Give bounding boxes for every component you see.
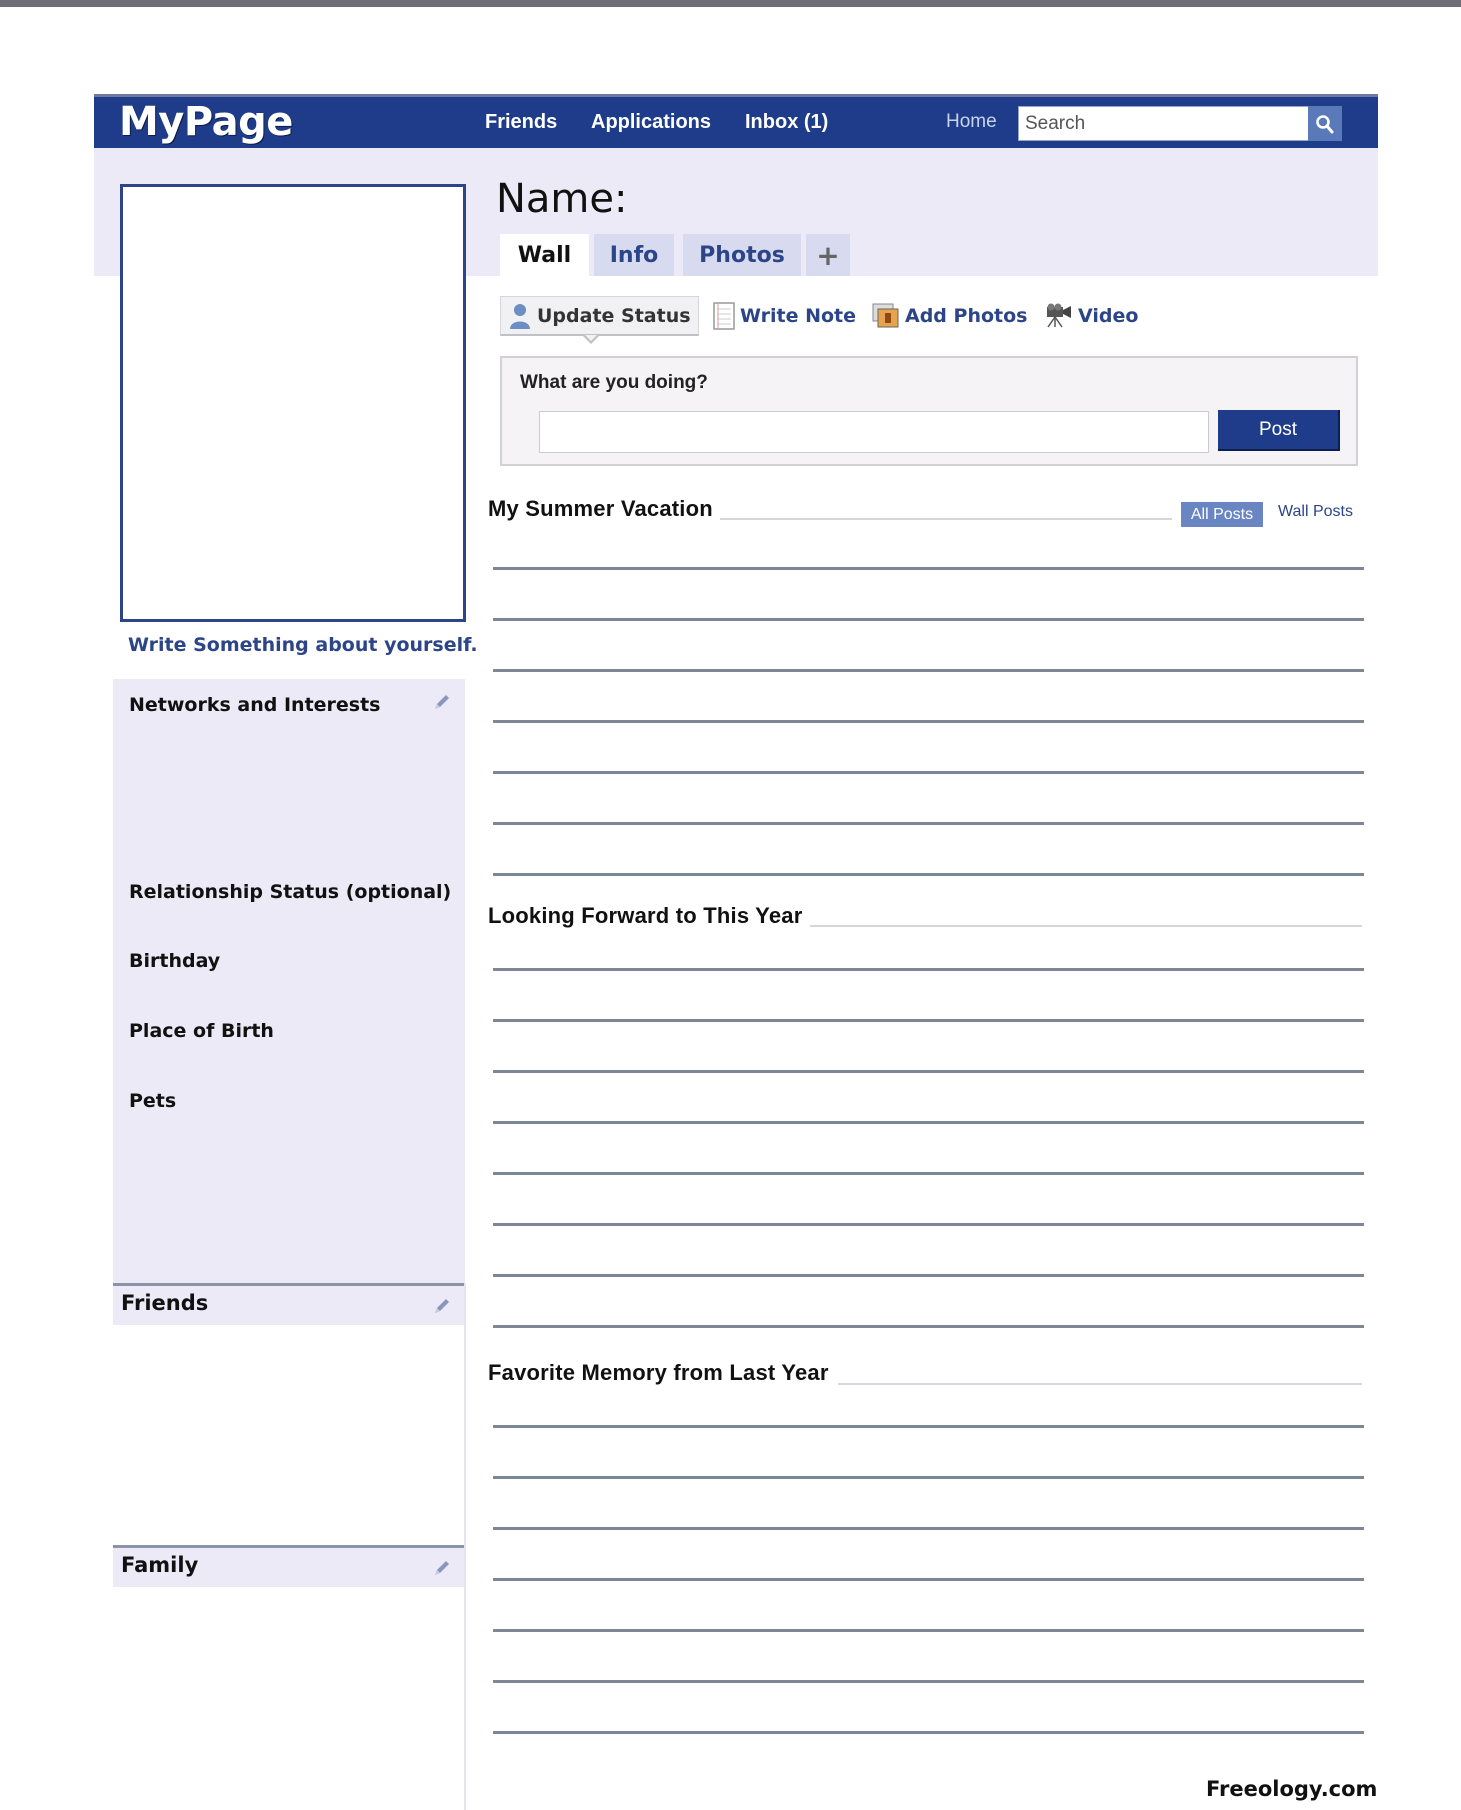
action-write-note[interactable]: Write Note bbox=[713, 296, 856, 336]
action-add-photos[interactable]: Add Photos bbox=[872, 296, 1027, 336]
note-icon bbox=[713, 302, 735, 330]
pencil-edit-icon[interactable] bbox=[431, 1557, 453, 1579]
action-video[interactable]: Video bbox=[1043, 296, 1138, 336]
filter-all-posts[interactable]: All Posts bbox=[1181, 502, 1263, 527]
pencil-edit-icon[interactable] bbox=[431, 691, 453, 713]
action-update-status[interactable]: Update Status bbox=[500, 296, 699, 336]
writing-line[interactable] bbox=[493, 720, 1364, 723]
status-question: What are you doing? bbox=[520, 372, 708, 393]
writing-line[interactable] bbox=[493, 1223, 1364, 1226]
nav-friends[interactable]: Friends bbox=[485, 111, 557, 134]
writing-line[interactable] bbox=[493, 1629, 1364, 1632]
post-button[interactable]: Post bbox=[1218, 410, 1340, 451]
filter-wall-posts[interactable]: Wall Posts bbox=[1278, 503, 1353, 521]
status-input[interactable] bbox=[539, 411, 1209, 453]
writing-line[interactable] bbox=[493, 1121, 1364, 1124]
selected-caret-fill bbox=[585, 335, 597, 341]
nav-applications[interactable]: Applications bbox=[591, 111, 711, 134]
writing-line[interactable] bbox=[493, 1325, 1364, 1328]
tab-wall[interactable]: Wall bbox=[500, 234, 589, 276]
writing-line[interactable] bbox=[493, 968, 1364, 971]
family-panel-header: Family bbox=[113, 1545, 465, 1587]
tab-photos[interactable]: Photos bbox=[683, 234, 801, 276]
nav-inbox[interactable]: Inbox (1) bbox=[745, 111, 828, 134]
write-note-label: Write Note bbox=[740, 305, 857, 327]
search-input[interactable] bbox=[1019, 107, 1308, 140]
section-title: Looking Forward to This Year bbox=[488, 903, 803, 928]
writing-line[interactable] bbox=[493, 1172, 1364, 1175]
writing-line[interactable] bbox=[493, 1476, 1364, 1479]
update-status-label: Update Status bbox=[537, 304, 691, 327]
writing-line[interactable] bbox=[493, 873, 1364, 876]
relationship-status-label: Relationship Status (optional) bbox=[129, 881, 452, 903]
writing-line[interactable] bbox=[493, 822, 1364, 825]
networks-interests-label: Networks and Interests bbox=[129, 694, 381, 716]
tab-info[interactable]: Info bbox=[594, 234, 674, 276]
profile-name-label: Name: bbox=[496, 176, 628, 222]
networks-and-interests-panel: Networks and Interests Relationship Stat… bbox=[113, 679, 465, 1283]
friends-panel-header: Friends bbox=[113, 1283, 465, 1325]
top-stripe bbox=[0, 0, 1461, 7]
writing-line[interactable] bbox=[493, 618, 1364, 621]
writing-line[interactable] bbox=[493, 669, 1364, 672]
writing-line[interactable] bbox=[493, 567, 1364, 570]
writing-line[interactable] bbox=[493, 771, 1364, 774]
writing-line[interactable] bbox=[493, 1578, 1364, 1581]
footer-credit: Freeology.com bbox=[1206, 1777, 1378, 1801]
profile-picture-box[interactable] bbox=[120, 184, 466, 622]
magnifier-icon bbox=[1316, 114, 1334, 133]
writing-line[interactable] bbox=[493, 1527, 1364, 1530]
place-of-birth-label: Place of Birth bbox=[129, 1020, 274, 1042]
pets-label: Pets bbox=[129, 1090, 177, 1112]
status-composer: What are you doing? Post bbox=[500, 356, 1358, 466]
writing-line[interactable] bbox=[493, 1425, 1364, 1428]
person-icon bbox=[510, 303, 530, 329]
section-title-rule bbox=[720, 518, 1172, 520]
tab-add[interactable]: + bbox=[806, 234, 850, 276]
video-camera-icon bbox=[1047, 303, 1071, 328]
section-title-rule bbox=[838, 1383, 1362, 1385]
writing-line[interactable] bbox=[493, 1070, 1364, 1073]
writing-line[interactable] bbox=[493, 1274, 1364, 1277]
video-label: Video bbox=[1078, 305, 1139, 327]
nav-home[interactable]: Home bbox=[946, 111, 997, 133]
writing-line[interactable] bbox=[493, 1680, 1364, 1683]
friends-title: Friends bbox=[121, 1291, 209, 1315]
writing-line[interactable] bbox=[493, 1731, 1364, 1734]
search-box bbox=[1018, 106, 1309, 141]
add-photos-label: Add Photos bbox=[905, 305, 1028, 327]
pencil-edit-icon[interactable] bbox=[431, 1295, 453, 1317]
sidebar-divider bbox=[464, 1283, 466, 1810]
writing-line[interactable] bbox=[493, 1019, 1364, 1022]
section-title: My Summer Vacation bbox=[488, 496, 713, 521]
top-nav-bar: MyPage Friends Applications Inbox (1) Ho… bbox=[94, 94, 1378, 148]
search-button[interactable] bbox=[1308, 106, 1342, 141]
logo[interactable]: MyPage bbox=[119, 99, 293, 145]
photos-icon bbox=[872, 303, 899, 328]
section-title: Favorite Memory from Last Year bbox=[488, 1360, 829, 1385]
birthday-label: Birthday bbox=[129, 950, 221, 972]
family-title: Family bbox=[121, 1553, 199, 1577]
write-about-yourself-link[interactable]: Write Something about yourself. bbox=[128, 634, 478, 656]
section-title-rule bbox=[810, 925, 1362, 927]
